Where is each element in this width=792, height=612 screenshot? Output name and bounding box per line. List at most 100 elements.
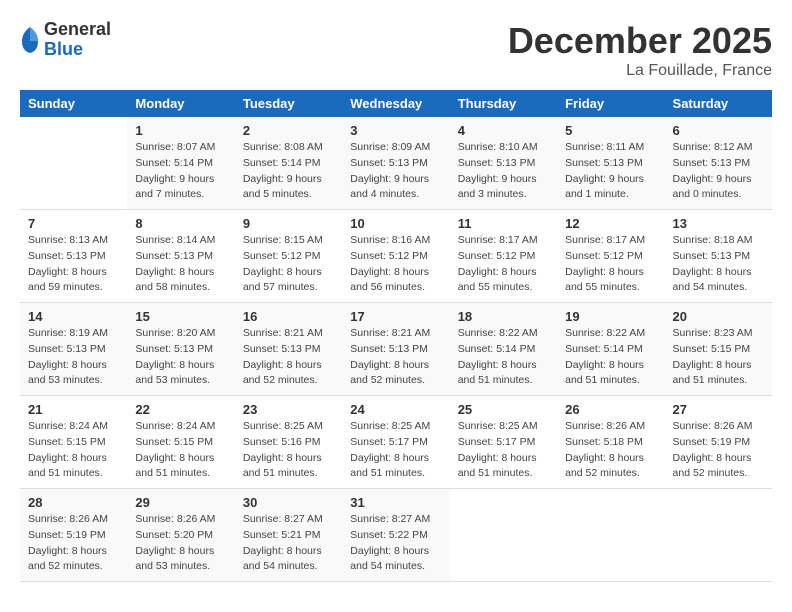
- calendar-cell: 7Sunrise: 8:13 AM Sunset: 5:13 PM Daylig…: [20, 210, 127, 303]
- day-number: 31: [350, 495, 441, 510]
- day-info: Sunrise: 8:17 AM Sunset: 5:12 PM Dayligh…: [458, 233, 549, 296]
- day-info: Sunrise: 8:27 AM Sunset: 5:21 PM Dayligh…: [243, 512, 334, 575]
- day-number: 19: [565, 309, 656, 324]
- calendar-cell: 5Sunrise: 8:11 AM Sunset: 5:13 PM Daylig…: [557, 117, 664, 210]
- day-info: Sunrise: 8:21 AM Sunset: 5:13 PM Dayligh…: [243, 326, 334, 389]
- day-info: Sunrise: 8:08 AM Sunset: 5:14 PM Dayligh…: [243, 140, 334, 203]
- day-number: 4: [458, 123, 549, 138]
- calendar-table: SundayMondayTuesdayWednesdayThursdayFrid…: [20, 90, 772, 582]
- day-info: Sunrise: 8:24 AM Sunset: 5:15 PM Dayligh…: [28, 419, 119, 482]
- calendar-cell: 4 Sunrise: 8:10 AM Sunset: 5:13 PM Daylig…: [450, 117, 557, 210]
- calendar-cell: 19 Sunrise: 8:22 AM Sunset: 5:14 PM Dayli…: [557, 303, 664, 396]
- day-number: 14: [28, 309, 119, 324]
- week-row-2: 14 Sunrise: 8:19 AM Sunset: 5:13 PM Dayli…: [20, 303, 772, 396]
- day-number: 21: [28, 402, 119, 417]
- calendar-cell: 20Sunrise: 8:23 AM Sunset: 5:15 PM Dayli…: [665, 303, 772, 396]
- day-number: 20: [673, 309, 764, 324]
- day-info: Sunrise: 8:25 AM Sunset: 5:16 PM Dayligh…: [243, 419, 334, 482]
- logo-blue: Blue: [44, 40, 111, 60]
- day-number: 15: [135, 309, 226, 324]
- calendar-cell: 1Sunrise: 8:07 AM Sunset: 5:14 PM Daylig…: [127, 117, 234, 210]
- day-number: 16: [243, 309, 334, 324]
- day-info: Sunrise: 8:09 AM Sunset: 5:13 PM Dayligh…: [350, 140, 441, 203]
- header-day-friday: Friday: [557, 90, 664, 117]
- day-info: Sunrise: 8:25 AM Sunset: 5:17 PM Dayligh…: [350, 419, 441, 482]
- day-info: Sunrise: 8:26 AM Sunset: 5:20 PM Dayligh…: [135, 512, 226, 575]
- calendar-cell: 2 Sunrise: 8:08 AM Sunset: 5:14 PM Daylig…: [235, 117, 342, 210]
- day-number: 13: [673, 216, 764, 231]
- day-info: Sunrise: 8:22 AM Sunset: 5:14 PM Dayligh…: [565, 326, 656, 389]
- day-number: 17: [350, 309, 441, 324]
- week-row-0: 1Sunrise: 8:07 AM Sunset: 5:14 PM Daylig…: [20, 117, 772, 210]
- calendar-cell: [450, 489, 557, 582]
- day-number: 3: [350, 123, 441, 138]
- calendar-cell: 28Sunrise: 8:26 AM Sunset: 5:19 PM Dayli…: [20, 489, 127, 582]
- day-number: 7: [28, 216, 119, 231]
- calendar-cell: [20, 117, 127, 210]
- calendar-cell: 31 Sunrise: 8:27 AM Sunset: 5:22 PM Dayli…: [342, 489, 449, 582]
- day-info: Sunrise: 8:15 AM Sunset: 5:12 PM Dayligh…: [243, 233, 334, 296]
- calendar-cell: 29 Sunrise: 8:26 AM Sunset: 5:20 PM Dayli…: [127, 489, 234, 582]
- day-info: Sunrise: 8:12 AM Sunset: 5:13 PM Dayligh…: [673, 140, 764, 203]
- calendar-cell: 11 Sunrise: 8:17 AM Sunset: 5:12 PM Dayli…: [450, 210, 557, 303]
- day-number: 8: [135, 216, 226, 231]
- day-info: Sunrise: 8:27 AM Sunset: 5:22 PM Dayligh…: [350, 512, 441, 575]
- day-info: Sunrise: 8:22 AM Sunset: 5:14 PM Dayligh…: [458, 326, 549, 389]
- week-row-3: 21 Sunrise: 8:24 AM Sunset: 5:15 PM Dayli…: [20, 396, 772, 489]
- page-header: General Blue December 2025 La Fouillade,…: [20, 20, 772, 80]
- day-number: 11: [458, 216, 549, 231]
- logo-general: General: [44, 20, 111, 40]
- calendar-cell: 27Sunrise: 8:26 AM Sunset: 5:19 PM Dayli…: [665, 396, 772, 489]
- calendar-cell: 24 Sunrise: 8:25 AM Sunset: 5:17 PM Dayli…: [342, 396, 449, 489]
- day-number: 10: [350, 216, 441, 231]
- day-number: 1: [135, 123, 226, 138]
- week-row-4: 28Sunrise: 8:26 AM Sunset: 5:19 PM Dayli…: [20, 489, 772, 582]
- location: La Fouillade, France: [508, 62, 772, 80]
- day-info: Sunrise: 8:17 AM Sunset: 5:12 PM Dayligh…: [565, 233, 656, 296]
- day-number: 28: [28, 495, 119, 510]
- calendar-cell: 21 Sunrise: 8:24 AM Sunset: 5:15 PM Dayli…: [20, 396, 127, 489]
- day-info: Sunrise: 8:10 AM Sunset: 5:13 PM Dayligh…: [458, 140, 549, 203]
- calendar-cell: 14 Sunrise: 8:19 AM Sunset: 5:13 PM Dayli…: [20, 303, 127, 396]
- title-area: December 2025 La Fouillade, France: [508, 20, 772, 80]
- day-number: 22: [135, 402, 226, 417]
- header-day-saturday: Saturday: [665, 90, 772, 117]
- day-number: 2: [243, 123, 334, 138]
- day-info: Sunrise: 8:16 AM Sunset: 5:12 PM Dayligh…: [350, 233, 441, 296]
- calendar-cell: 23 Sunrise: 8:25 AM Sunset: 5:16 PM Dayli…: [235, 396, 342, 489]
- header-day-wednesday: Wednesday: [342, 90, 449, 117]
- day-info: Sunrise: 8:26 AM Sunset: 5:19 PM Dayligh…: [673, 419, 764, 482]
- logo-icon: [20, 25, 40, 55]
- day-info: Sunrise: 8:25 AM Sunset: 5:17 PM Dayligh…: [458, 419, 549, 482]
- day-number: 6: [673, 123, 764, 138]
- calendar-cell: 16 Sunrise: 8:21 AM Sunset: 5:13 PM Dayli…: [235, 303, 342, 396]
- calendar-cell: 30 Sunrise: 8:27 AM Sunset: 5:21 PM Dayli…: [235, 489, 342, 582]
- header-day-monday: Monday: [127, 90, 234, 117]
- header-day-sunday: Sunday: [20, 90, 127, 117]
- day-info: Sunrise: 8:14 AM Sunset: 5:13 PM Dayligh…: [135, 233, 226, 296]
- calendar-body: 1Sunrise: 8:07 AM Sunset: 5:14 PM Daylig…: [20, 117, 772, 582]
- logo: General Blue: [20, 20, 111, 60]
- calendar-cell: 26Sunrise: 8:26 AM Sunset: 5:18 PM Dayli…: [557, 396, 664, 489]
- day-info: Sunrise: 8:26 AM Sunset: 5:18 PM Dayligh…: [565, 419, 656, 482]
- calendar-cell: 9Sunrise: 8:15 AM Sunset: 5:12 PM Daylig…: [235, 210, 342, 303]
- day-info: Sunrise: 8:24 AM Sunset: 5:15 PM Dayligh…: [135, 419, 226, 482]
- calendar-cell: 15Sunrise: 8:20 AM Sunset: 5:13 PM Dayli…: [127, 303, 234, 396]
- calendar-cell: [665, 489, 772, 582]
- header-day-tuesday: Tuesday: [235, 90, 342, 117]
- calendar-cell: 12 Sunrise: 8:17 AM Sunset: 5:12 PM Dayli…: [557, 210, 664, 303]
- day-number: 30: [243, 495, 334, 510]
- week-row-1: 7Sunrise: 8:13 AM Sunset: 5:13 PM Daylig…: [20, 210, 772, 303]
- calendar-cell: 25Sunrise: 8:25 AM Sunset: 5:17 PM Dayli…: [450, 396, 557, 489]
- day-number: 12: [565, 216, 656, 231]
- calendar-cell: 18Sunrise: 8:22 AM Sunset: 5:14 PM Dayli…: [450, 303, 557, 396]
- day-number: 23: [243, 402, 334, 417]
- day-info: Sunrise: 8:21 AM Sunset: 5:13 PM Dayligh…: [350, 326, 441, 389]
- calendar-cell: [557, 489, 664, 582]
- day-number: 24: [350, 402, 441, 417]
- day-info: Sunrise: 8:19 AM Sunset: 5:13 PM Dayligh…: [28, 326, 119, 389]
- day-number: 29: [135, 495, 226, 510]
- header-row: SundayMondayTuesdayWednesdayThursdayFrid…: [20, 90, 772, 117]
- calendar-cell: 3 Sunrise: 8:09 AM Sunset: 5:13 PM Daylig…: [342, 117, 449, 210]
- calendar-header: SundayMondayTuesdayWednesdayThursdayFrid…: [20, 90, 772, 117]
